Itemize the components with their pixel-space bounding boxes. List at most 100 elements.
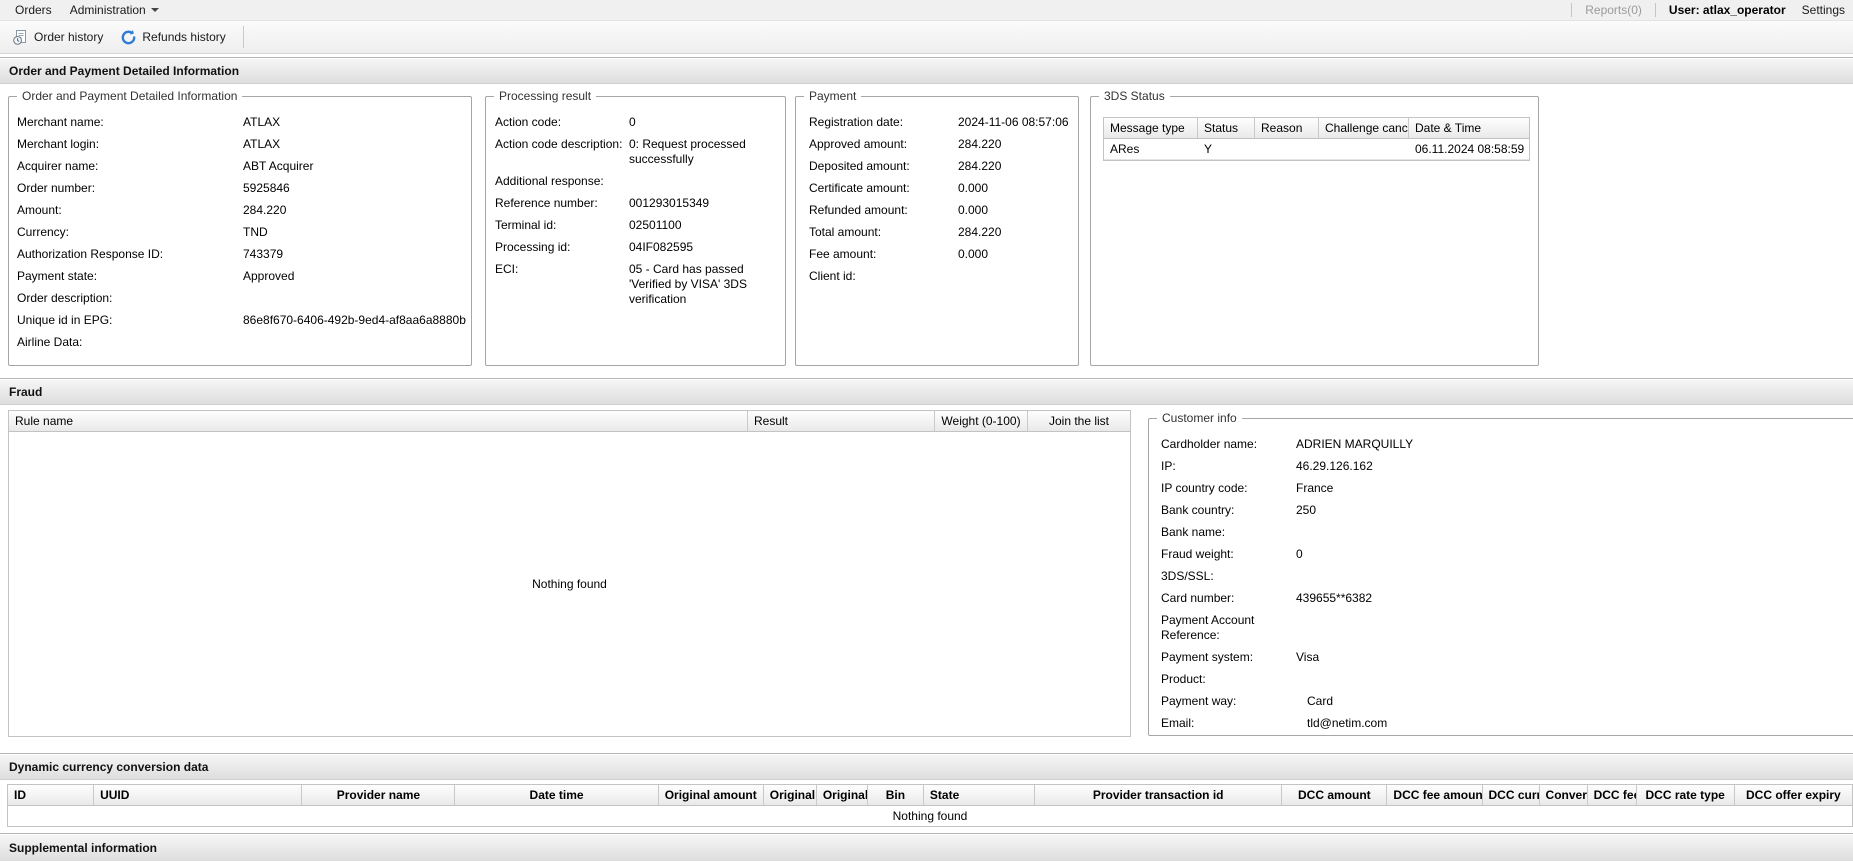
divider [1654,3,1656,17]
refunds-history-label: Refunds history [142,30,226,44]
field-label: Payment Account Reference: [1161,613,1255,642]
section-header-fraud: Fraud [0,378,1853,405]
chevron-down-icon [150,8,159,12]
field-label: Airline Data: [17,335,83,349]
tds-status-fieldset: 3DS Status Message type Status Reason Ch… [1090,89,1539,366]
field-label: Client id: [809,269,856,283]
field-value: 0.000 [958,181,989,195]
field-row: Processing id: 04IF082595 [486,236,785,258]
field-value [1296,569,1853,584]
menubar-left: Orders Administration [6,1,168,19]
field-value: 2024-11-06 08:57:06 [958,115,1069,129]
field-row: IP: 46.29.126.162 [1149,455,1853,477]
field-label: Deposited amount: [809,159,910,173]
field-value: 439655**6382 [1296,591,1373,605]
col-header-dcc-rate-type: DCC rate type [1636,785,1735,806]
col-header-dcc-currency: DCC curr [1482,785,1540,806]
order-history-button[interactable]: Order history [5,24,113,51]
fraud-row: Rule name Result Weight (0-100) Join the… [0,410,1853,741]
field-label: Approved amount: [809,137,908,151]
fraud-empty-row: Nothing found [9,432,1130,736]
field-value: 743379 [243,247,284,261]
field-value [1296,613,1853,643]
col-header-conversion: Conversi [1539,785,1588,806]
field-row: Certificate amount: 0.000 [796,177,1078,199]
field-row: Authorization Response ID: 743379 [9,243,471,265]
field-label: Currency: [17,225,70,239]
field-label: Email: [1161,716,1195,730]
col-header-join-the-list: Join the list [1028,411,1130,432]
cell-status: Y [1198,139,1255,160]
field-row: Airline Data: [9,331,471,353]
order-history-icon [12,29,29,46]
section-header-supplemental: Supplemental information [0,833,1853,861]
toolbar: Order history Refunds history [0,21,1853,54]
field-row: Acquirer name: ABT Acquirer [9,155,471,177]
field-value [958,269,1078,284]
col-header-provider-transaction-id: Provider transaction id [1035,785,1283,806]
field-row: Registration date: 2024-11-06 08:57:06 [796,111,1078,133]
field-row: Unique id in EPG: 86e8f670-6406-492b-9ed4… [9,309,471,331]
field-value: 46.29.126.162 [1296,459,1373,473]
col-header-uuid: UUID [94,785,303,806]
field-row: Deposited amount: 284.220 [796,155,1078,177]
customer-info-legend: Customer info [1162,411,1237,425]
field-label: Additional response: [495,174,604,188]
field-value: 86e8f670-6406-492b-9ed4-af8aa6a8880b [243,313,466,327]
field-label: Bank country: [1161,503,1235,517]
field-value: Approved [243,269,295,283]
section-header-dcc: Dynamic currency conversion data [0,753,1853,780]
field-row: Action code description: 0: Request proce… [486,133,785,170]
field-label: Total amount: [809,225,882,239]
field-row: Client id: [796,265,1078,287]
menu-settings[interactable]: Settings [1802,3,1845,17]
field-row: Fee amount: 0.000 [796,243,1078,265]
processing-result-fieldset: Processing result Action code: 0 Action c… [485,89,786,366]
field-row: IP country code: France [1149,477,1853,499]
field-value: 284.220 [958,159,1002,173]
field-label: Payment way: [1161,694,1237,708]
fraud-header-row: Rule name Result Weight (0-100) Join the… [9,411,1130,432]
dcc-table: ID UUID Provider name Date time Original… [7,784,1853,827]
divider [1571,3,1573,17]
field-value: 284.220 [958,225,1002,239]
field-value: 0 [629,115,636,129]
menu-administration[interactable]: Administration [61,1,168,19]
field-value: 250 [1296,503,1317,517]
page-title: Order and Payment Detailed Information [0,57,1853,84]
tds-status-legend: 3DS Status [1104,89,1165,103]
menu-reports[interactable]: Reports(0) [1585,3,1642,17]
field-row: Amount: 284.220 [9,199,471,221]
field-row: Reference number: 001293015349 [486,192,785,214]
field-value: ADRIEN MARQUILLY [1296,437,1414,451]
field-value: 5925846 [243,181,290,195]
field-label: Terminal id: [495,218,557,232]
field-row: Merchant name: ATLAX [9,111,471,133]
field-label: Cardholder name: [1161,437,1258,451]
field-value: ABT Acquirer [243,159,314,173]
col-header-message-type: Message type [1104,118,1198,139]
dcc-title-text: Dynamic currency conversion data [9,759,209,774]
field-row: Card number: 439655**6382 [1149,587,1853,609]
menu-administration-label: Administration [69,3,146,17]
field-row: Total amount: 284.220 [796,221,1078,243]
col-header-result: Result [748,411,935,432]
field-value: tld@netim.com [1307,716,1388,730]
field-value: 0.000 [958,203,989,217]
fraud-title-text: Fraud [9,384,43,399]
user-label: User: atlax_operator [1668,3,1786,17]
field-label: Registration date: [809,115,904,129]
menu-orders[interactable]: Orders [6,1,61,19]
field-label: Certificate amount: [809,181,910,195]
field-value: 284.220 [958,137,1002,151]
col-header-status: Status [1198,118,1255,139]
refunds-history-button[interactable]: Refunds history [113,24,235,51]
field-label: Bank name: [1161,525,1226,539]
field-label: Payment state: [17,269,98,283]
field-label: IP: [1161,459,1176,473]
col-header-challenge-cancel: Challenge cancel [1319,118,1409,139]
menubar: Orders Administration Reports(0) User: a… [0,0,1853,21]
col-header-bin: Bin [867,785,924,806]
order-history-label: Order history [34,30,104,44]
field-value: 0.000 [958,247,989,261]
